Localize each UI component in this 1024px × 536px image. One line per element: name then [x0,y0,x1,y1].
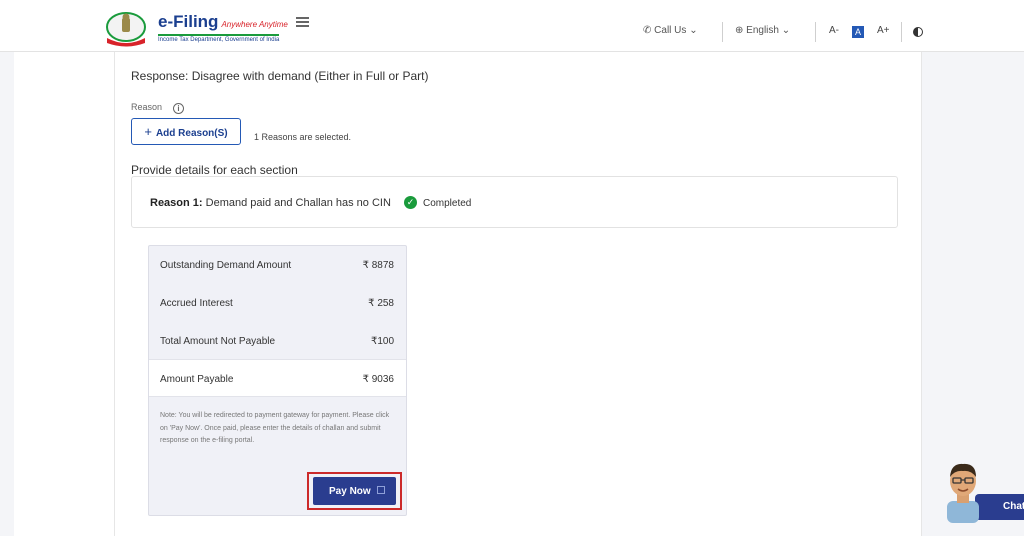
add-reason-label: Add Reason(S) [155,128,228,139]
page-gutter-left [0,52,14,536]
contrast-toggle-icon[interactable] [913,27,923,37]
summary-row-outstanding: Outstanding Demand Amount ₹ 8878 [149,246,406,284]
row-value: ₹100 [370,336,394,347]
row-value: ₹ 8878 [362,260,394,271]
font-decrease-button[interactable]: A- [829,25,839,36]
font-increase-button[interactable]: A+ [877,25,890,36]
row-label: Outstanding Demand Amount [160,260,292,271]
status-badge: Completed [423,198,472,209]
language-dropdown[interactable]: ⊕ English ⌄ [735,25,790,36]
row-label: Total Amount Not Payable [160,336,276,347]
reasons-selected-text: 1 Reasons are selected. [254,132,352,142]
plus-icon: + [144,124,152,139]
pay-now-label: Pay Now [329,485,371,497]
reason-item-text: Reason 1: Demand paid and Challan has no… [150,197,391,209]
hamburger-menu-icon[interactable] [296,17,309,27]
check-circle-icon: ✓ [404,196,417,209]
header-divider [901,22,902,42]
efiling-logo[interactable]: e-Filing Anywhere Anytime Income Tax Depa… [104,10,288,48]
language-label: English [746,25,779,36]
payment-note: Note: You will be redirected to payment … [160,412,390,444]
brand-title: e-Filing Anywhere Anytime [158,12,288,31]
add-reason-button[interactable]: + Add Reason(S) [131,118,241,145]
national-emblem-icon [106,12,146,47]
brand-tagline: Anywhere Anytime [221,20,288,29]
header-divider [815,22,816,42]
payment-summary-card: Outstanding Demand Amount ₹ 8878 Accrued… [148,245,407,516]
call-us-label: Call Us [654,25,687,36]
details-section-title: Provide details for each section [131,163,298,177]
row-label: Accrued Interest [160,298,233,309]
phone-icon: ✆ [643,25,652,36]
pay-now-button[interactable]: Pay Now [313,477,396,505]
chevron-down-icon: ⌄ [781,25,791,36]
summary-row-interest: Accrued Interest ₹ 258 [149,284,406,322]
external-link-icon [377,486,385,494]
top-header: e-Filing Anywhere Anytime Income Tax Depa… [0,0,1024,52]
row-value: ₹ 258 [368,298,394,309]
info-icon[interactable]: i [173,103,184,114]
row-label: Amount Payable [160,374,234,385]
row-value: ₹ 9036 [362,374,394,385]
reason-label: Reason [131,102,163,112]
globe-icon: ⊕ [735,25,744,36]
header-divider [722,22,723,42]
font-normal-button[interactable]: A [852,26,864,38]
chevron-down-icon: ⌄ [689,25,698,36]
summary-row-not-payable: Total Amount Not Payable ₹100 [149,322,406,360]
reason-item[interactable]: Reason 1: Demand paid and Challan has no… [131,176,898,228]
response-text: Response: Disagree with demand (Either i… [131,69,429,83]
call-us-dropdown[interactable]: ✆ Call Us ⌄ [643,25,698,36]
chatbot-avatar-icon[interactable] [941,459,985,523]
brand-subtitle: Income Tax Department, Government of Ind… [158,34,280,43]
summary-row-payable: Amount Payable ₹ 9036 [149,359,406,397]
